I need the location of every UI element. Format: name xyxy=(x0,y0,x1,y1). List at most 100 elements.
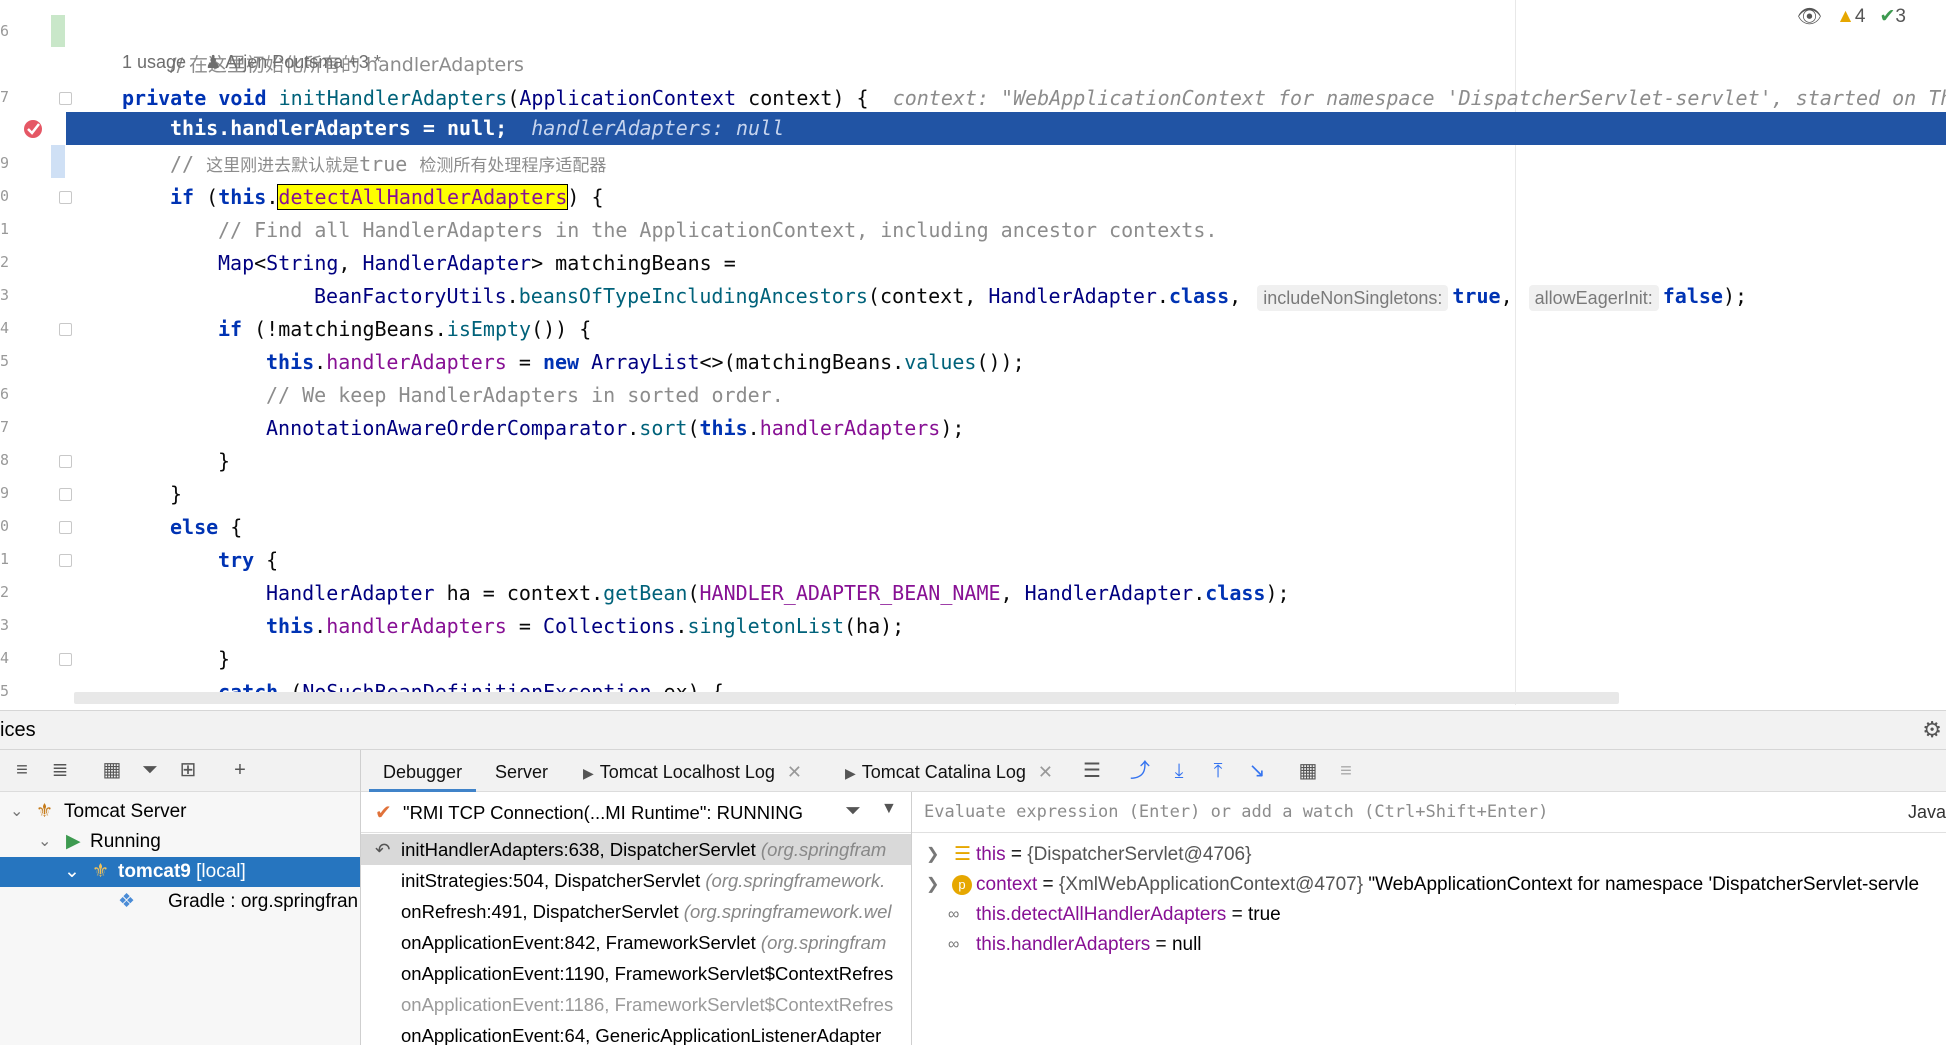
fold-marker[interactable] xyxy=(59,191,72,204)
evaluate-icon[interactable]: ▦ xyxy=(1295,758,1321,784)
menu-icon[interactable]: ☰ xyxy=(1079,758,1105,784)
code-token: , xyxy=(1000,581,1025,605)
chevron-down-icon[interactable]: ▼ xyxy=(881,800,897,818)
tree-item-tomcat9[interactable]: ⌄ ⚜ tomcat9 [local] xyxy=(0,857,360,887)
tree-item-tomcat-server[interactable]: ⌄ ⚜ Tomcat Server xyxy=(0,797,360,827)
debug-tabs: Debugger Server ▶ Tomcat Localhost Log ✕ ▶… xyxy=(361,750,1946,792)
settings-icon[interactable]: ⚙ xyxy=(1922,717,1942,743)
fold-marker[interactable] xyxy=(59,653,72,666)
code-line-if-empty[interactable]: if (!matchingBeans.isEmpty()) { xyxy=(218,313,591,346)
tab-debugger[interactable]: Debugger xyxy=(369,750,477,792)
fold-marker[interactable] xyxy=(59,92,72,105)
stack-frame[interactable]: onApplicationEvent:64, GenericApplicatio… xyxy=(361,1020,911,1045)
usage-hint[interactable]: 1 usage ♟ Arjen Poutsma +3 * xyxy=(122,52,381,73)
code-line-comment[interactable]: // Find all HandlerAdapters in the Appli… xyxy=(218,214,1217,247)
run-to-cursor-icon[interactable]: ↘ xyxy=(1244,758,1270,784)
variable-row[interactable]: ❯ p context = {XmlWebApplicationContext@… xyxy=(912,870,1946,900)
tab-tomcat-catalina-log[interactable]: ▶ Tomcat Catalina Log ✕ xyxy=(845,750,1053,792)
tomcat-icon: ⚜ xyxy=(36,801,54,822)
code-token: . xyxy=(1193,581,1206,605)
code-line-try[interactable]: try { xyxy=(218,544,278,577)
code-line-brace[interactable]: } xyxy=(218,445,230,478)
code-line-else[interactable]: else { xyxy=(170,511,242,544)
stack-frame[interactable]: onApplicationEvent:842, FrameworkServlet… xyxy=(361,927,911,958)
code-token: < xyxy=(254,251,267,275)
ok-indicator[interactable]: ✔3 xyxy=(1880,5,1907,28)
code-editor[interactable]: 6 7 8 9 0 1 2 3 4 5 6 7 8 9 0 1 2 3 4 5 … xyxy=(0,0,1946,710)
code-line-if[interactable]: if (this.detectAllHandlerAdapters) { xyxy=(170,181,604,214)
code-token: ( xyxy=(194,185,219,209)
author-icon: ♟ xyxy=(205,52,222,72)
code-line-singleton[interactable]: this.handlerAdapters = Collections.singl… xyxy=(266,610,904,643)
variable-row[interactable]: ❯ ☰ this = {DispatcherServlet@4706} xyxy=(912,840,1946,870)
tree-item-running[interactable]: ⌄ ▶ Running xyxy=(0,827,360,857)
type-name: HandlerAdapter xyxy=(266,581,435,605)
filter-icon[interactable]: ⏷ xyxy=(136,756,164,784)
stack-frame[interactable]: onApplicationEvent:1186, FrameworkServle… xyxy=(361,989,911,1020)
fold-marker[interactable] xyxy=(59,521,72,534)
reader-mode-icon[interactable]: 👁 xyxy=(1797,4,1822,29)
code-token: . xyxy=(675,614,688,638)
tab-server[interactable]: Server xyxy=(495,750,548,792)
fold-marker[interactable] xyxy=(59,554,72,567)
code-line-comment[interactable]: // We keep HandlerAdapters in sorted ord… xyxy=(266,379,784,412)
code-line-beans[interactable]: BeanFactoryUtils.beansOfTypeIncludingAnc… xyxy=(314,280,1747,313)
stack-frame[interactable]: onApplicationEvent:1190, FrameworkServle… xyxy=(361,958,911,989)
step-into-icon[interactable]: ⤓ xyxy=(1166,758,1192,784)
code-line-brace[interactable]: } xyxy=(218,643,230,676)
fold-marker[interactable] xyxy=(59,323,72,336)
close-icon[interactable]: ✕ xyxy=(1038,762,1053,782)
filter-icon[interactable]: ⏷ xyxy=(845,800,861,823)
current-execution-line[interactable]: this.handlerAdapters = null; handlerAdap… xyxy=(66,112,1946,145)
variables-panel[interactable]: Evaluate expression (Enter) or add a wat… xyxy=(912,792,1946,1045)
code-line-assign[interactable]: this.handlerAdapters = new ArrayList<>(m… xyxy=(266,346,1025,379)
chevron-right-icon[interactable]: ❯ xyxy=(926,870,939,900)
variable-row[interactable]: ∞ this.handlerAdapters = null xyxy=(912,930,1946,960)
stack-frame[interactable]: onRefresh:491, DispatcherServlet (org.sp… xyxy=(361,896,911,927)
code-line-map[interactable]: Map<String, HandlerAdapter> matchingBean… xyxy=(218,247,736,280)
chevron-down-icon[interactable]: ⌄ xyxy=(10,797,23,827)
frame-package: (org.springframework. xyxy=(705,870,886,891)
group-by-icon[interactable]: ▦ xyxy=(98,756,126,784)
collapse-all-icon[interactable]: ≣ xyxy=(46,756,74,784)
thread-selector[interactable]: ✔ "RMI TCP Connection(...MI Runtime": RU… xyxy=(361,792,911,833)
trace-icon[interactable]: ≡ xyxy=(1333,758,1359,784)
chevron-down-icon[interactable]: ⌄ xyxy=(64,857,80,887)
chevron-right-icon[interactable]: ❯ xyxy=(926,840,939,870)
keyword: class xyxy=(1168,284,1230,308)
language-selector[interactable]: Java xyxy=(1908,792,1946,832)
tab-tomcat-localhost-log[interactable]: ▶ Tomcat Localhost Log ✕ xyxy=(583,750,802,792)
line-number: 3 xyxy=(0,286,10,304)
stack-frame[interactable]: initStrategies:504, DispatcherServlet (o… xyxy=(361,865,911,896)
usage-count[interactable]: 1 usage xyxy=(122,52,186,72)
code-line-signature[interactable]: private void initHandlerAdapters(Applica… xyxy=(122,82,1946,115)
code-line-sort[interactable]: AnnotationAwareOrderComparator.sort(this… xyxy=(266,412,964,445)
step-out-icon[interactable]: ⤒ xyxy=(1205,758,1231,784)
code-line-brace[interactable]: } xyxy=(170,478,182,511)
stack-frame[interactable]: ↶ initHandlerAdapters:638, DispatcherSer… xyxy=(361,834,911,865)
code-token: } xyxy=(170,482,183,506)
close-icon[interactable]: ✕ xyxy=(787,762,802,782)
expand-all-icon[interactable]: ≡ xyxy=(8,756,36,784)
tree-item-gradle[interactable]: ❖ Gradle : org.springfran xyxy=(0,887,360,917)
frames-panel[interactable]: ✔ "RMI TCP Connection(...MI Runtime": RU… xyxy=(361,792,911,1045)
variable-row[interactable]: ∞ this.detectAllHandlerAdapters = true xyxy=(912,900,1946,930)
tab-label: Tomcat Localhost Log xyxy=(599,762,775,782)
breakpoint-icon[interactable] xyxy=(22,118,44,140)
list-icon: ☰ xyxy=(954,844,972,865)
add-service-icon[interactable]: + xyxy=(226,756,254,784)
services-tree[interactable]: ⌄ ⚜ Tomcat Server ⌄ ▶ Running ⌄ ⚜ tomcat… xyxy=(0,792,360,1045)
warning-indicator[interactable]: ▲4 xyxy=(1836,6,1865,28)
author-names[interactable]: Arjen Poutsma +3 * xyxy=(225,52,381,72)
fold-marker[interactable] xyxy=(59,455,72,468)
horizontal-scrollbar[interactable] xyxy=(74,692,1619,704)
chevron-down-icon[interactable]: ⌄ xyxy=(38,827,51,857)
code-line-getbean[interactable]: HandlerAdapter ha = context.getBean(HAND… xyxy=(266,577,1290,610)
code-line-comment[interactable]: // 这里刚进去默认就是true 检测所有处理程序适配器 xyxy=(170,148,606,181)
fold-marker[interactable] xyxy=(59,488,72,501)
evaluate-expression-input[interactable]: Evaluate expression (Enter) or add a wat… xyxy=(912,792,1946,833)
inspection-widget[interactable]: 👁 ▲4 ✔3 xyxy=(1797,4,1906,29)
code-token: ( xyxy=(687,416,700,440)
new-tab-icon[interactable]: ⊞ xyxy=(174,756,202,784)
step-over-icon[interactable]: ⤴ xyxy=(1127,758,1153,784)
